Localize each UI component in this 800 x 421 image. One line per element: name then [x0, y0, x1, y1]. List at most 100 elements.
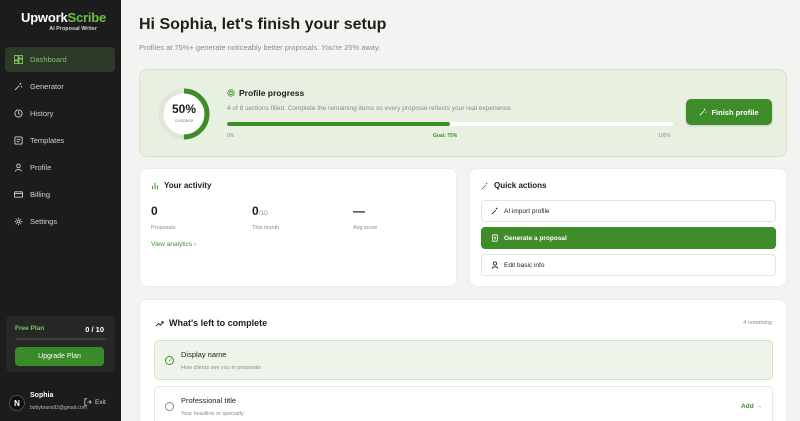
sidebar-item-settings[interactable]: Settings: [5, 209, 115, 234]
avatar: N: [9, 395, 25, 411]
sidebar-item-billing[interactable]: Billing: [5, 182, 115, 207]
sidebar-item-generator[interactable]: Generator: [5, 74, 115, 99]
templates-icon: [13, 136, 23, 146]
progress-goal-label: Goal: 75%: [433, 133, 458, 139]
checklist-item-professional-title[interactable]: Professional title Your headline or spec…: [154, 386, 773, 421]
plan-box: Free Plan 0 / 10 Upgrade Plan: [6, 316, 115, 372]
item-title: Display name: [181, 350, 227, 359]
page-subtitle: Profiles at 75%+ generate noticeably bet…: [139, 43, 381, 52]
wand-icon: [491, 207, 498, 215]
sidebar-item-label: Billing: [30, 190, 51, 199]
trending-icon: [155, 320, 164, 327]
progress-title-text: Profile progress: [239, 88, 305, 98]
plan-name: Free Plan: [15, 325, 45, 332]
sidebar-item-templates[interactable]: Templates: [5, 128, 115, 153]
card-icon: [13, 190, 23, 200]
logo-wordmark: UpworkScribe: [21, 10, 106, 25]
generate-proposal-button[interactable]: Generate a proposal: [481, 227, 776, 249]
progress-bar-fill: [227, 122, 450, 126]
sidebar-nav: Dashboard Generator History Templates Pr…: [5, 47, 115, 236]
plan-usage-count: 0 / 10: [85, 325, 104, 334]
main-content: Hi Sophia, let's finish your setup Profi…: [121, 0, 800, 421]
sidebar-item-label: History: [30, 109, 54, 118]
page-title: Hi Sophia, let's finish your setup: [139, 16, 387, 33]
user-name: Sophia: [30, 392, 54, 399]
item-title: Professional title: [181, 396, 237, 405]
stat-value: 0: [151, 204, 158, 218]
left-to-complete-title-text: What's left to complete: [169, 318, 268, 328]
sparkle-icon: [481, 182, 488, 189]
view-analytics-link[interactable]: View analytics ›: [151, 241, 196, 248]
edit-basic-info-button[interactable]: Edit basic info: [481, 254, 776, 276]
document-icon: [492, 234, 498, 242]
gear-icon: [13, 217, 23, 227]
logo-part1: Upwork: [21, 10, 68, 25]
user-profile: N Sophia bobybrans92@gmail.com Exit: [6, 390, 116, 416]
exit-button[interactable]: Exit: [84, 398, 106, 406]
quick-actions-title: Quick actions: [481, 181, 546, 190]
button-label: Edit basic info: [504, 261, 545, 269]
target-icon: [227, 89, 235, 97]
activity-card: Your activity 0 Proposals 0/10 This mont…: [139, 168, 457, 287]
sidebar-item-history[interactable]: History: [5, 101, 115, 126]
profile-progress-card: 50% complete Profile progress 4 of 8 sec…: [139, 69, 787, 157]
logout-icon: [84, 398, 92, 406]
history-icon: [13, 109, 23, 119]
upgrade-plan-button[interactable]: Upgrade Plan: [15, 347, 104, 366]
progress-min-label: 0%: [227, 133, 235, 139]
quick-actions-card: Quick actions AI import profile Generate…: [469, 168, 787, 287]
remaining-count: 4 remaining: [743, 320, 772, 326]
item-subtitle: How clients see you in proposals: [181, 365, 262, 371]
logo-tagline: AI Proposal Writer: [49, 26, 97, 32]
empty-circle-icon: [165, 402, 174, 411]
plan-usage-bar: [15, 338, 106, 340]
left-to-complete-card: What's left to complete 4 remaining ✓ Di…: [139, 299, 787, 421]
stat-value: 0: [252, 204, 259, 218]
progress-percent: 50%: [171, 102, 197, 116]
logo-part2: Scribe: [67, 10, 107, 25]
stat-proposals: 0 Proposals: [151, 204, 241, 231]
progress-bar: [227, 122, 673, 126]
button-label: Generate a proposal: [504, 234, 567, 242]
sidebar-item-dashboard[interactable]: Dashboard: [5, 47, 115, 72]
activity-title: Your activity: [151, 181, 211, 190]
stat-this-month: 0/10 This month: [252, 204, 342, 231]
sidebar-item-label: Generator: [30, 82, 64, 91]
dashboard-icon: [13, 55, 23, 65]
sidebar-item-profile[interactable]: Profile: [5, 155, 115, 180]
quick-actions-title-text: Quick actions: [494, 181, 547, 190]
check-circle-icon: ✓: [165, 356, 174, 365]
progress-caption: complete: [174, 118, 194, 123]
sidebar-item-label: Dashboard: [30, 55, 67, 64]
wand-icon: [13, 82, 23, 92]
user-icon: [491, 261, 499, 269]
finish-profile-button[interactable]: Finish profile: [686, 99, 772, 125]
item-subtitle: Your headline or specialty: [181, 411, 244, 417]
finish-profile-label: Finish profile: [711, 107, 759, 117]
stat-avg-score: — Avg score: [353, 204, 443, 231]
stat-value: —: [353, 204, 365, 218]
progress-title: Profile progress: [227, 88, 304, 98]
wand-icon: [699, 108, 707, 116]
activity-title-text: Your activity: [164, 181, 212, 190]
sidebar-item-label: Templates: [30, 136, 65, 145]
stat-label: This month: [252, 225, 280, 231]
left-to-complete-title: What's left to complete: [155, 318, 267, 328]
add-professional-title-link[interactable]: Add →: [741, 403, 762, 410]
stat-denominator: /10: [258, 210, 268, 217]
ai-import-profile-button[interactable]: AI import profile: [481, 200, 776, 222]
sidebar: UpworkScribe AI Proposal Writer Dashboar…: [0, 0, 121, 421]
checklist-item-display-name[interactable]: ✓ Display name How clients see you in pr…: [154, 340, 773, 380]
progress-description: 4 of 8 sections filled. Complete the rem…: [227, 105, 513, 112]
stat-label: Avg score: [353, 225, 378, 231]
sidebar-item-label: Profile: [30, 163, 52, 172]
sidebar-item-label: Settings: [30, 217, 58, 226]
logo: UpworkScribe AI Proposal Writer: [21, 10, 106, 32]
exit-label: Exit: [95, 398, 106, 406]
progress-max-label: 100%: [658, 133, 671, 139]
stat-label: Proposals: [151, 225, 176, 231]
bar-chart-icon: [152, 182, 158, 189]
user-icon: [13, 163, 23, 173]
user-email: bobybrans92@gmail.com: [30, 405, 87, 411]
button-label: AI import profile: [504, 207, 550, 215]
